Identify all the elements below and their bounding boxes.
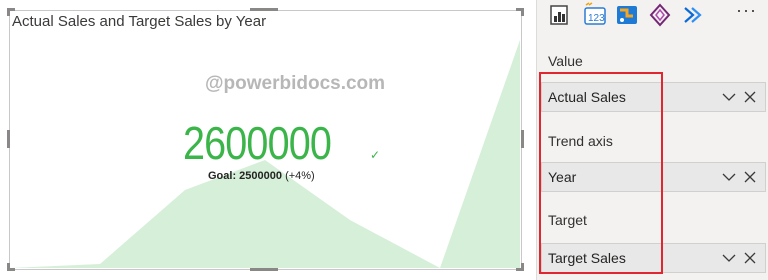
trend-axis-well-label: Trend axis (548, 133, 613, 149)
target-well-label: Target (548, 212, 587, 228)
svg-text:123: 123 (588, 13, 605, 24)
field-name: Year (548, 169, 577, 185)
goal-delta: (+4%) (285, 170, 315, 182)
trend-axis-field[interactable]: Year (541, 162, 766, 192)
status-check-icon: ✓ (370, 148, 381, 162)
resize-handle-left[interactable] (7, 130, 10, 148)
resize-handle-bottom-left[interactable] (7, 263, 10, 271)
resize-handle-top-left[interactable] (7, 8, 10, 16)
target-field[interactable]: Target Sales (541, 243, 766, 273)
bar-chart-icon[interactable] (548, 2, 572, 28)
remove-field-icon[interactable] (743, 170, 757, 184)
resize-handle-bottom-right[interactable] (521, 263, 524, 271)
field-name: Actual Sales (548, 89, 626, 105)
card-icon[interactable]: 123 (583, 2, 607, 28)
pane-divider (536, 0, 537, 280)
chevron-down-icon[interactable] (722, 172, 736, 182)
chevron-down-icon[interactable] (722, 253, 736, 263)
more-options-icon[interactable]: ··· (736, 0, 757, 21)
visual-title: Actual Sales and Target Sales by Year (12, 13, 267, 30)
visualizations-pane: 123 ··· Value Actual Sales Trend axis Ye… (536, 0, 768, 280)
watermark: @powerbidocs.com (205, 73, 386, 94)
kpi-visual-area: Actual Sales and Target Sales by Year @p… (0, 0, 536, 280)
remove-field-icon[interactable] (743, 90, 757, 104)
value-well-label: Value (548, 53, 583, 69)
kpi-goal: Goal: 2500000 (+4%) (208, 170, 315, 182)
field-name: Target Sales (548, 250, 626, 266)
kpi-value: 2600000 (183, 117, 332, 169)
chevron-down-icon[interactable] (722, 92, 736, 102)
resize-handle-top[interactable] (250, 8, 278, 11)
resize-handle-bottom[interactable] (250, 268, 278, 271)
goal-label: Goal: 2500000 (208, 170, 282, 182)
resize-handle-right[interactable] (521, 130, 524, 148)
value-field[interactable]: Actual Sales (541, 82, 766, 112)
power-automate-icon[interactable] (682, 2, 706, 28)
power-apps-icon[interactable] (648, 2, 672, 28)
map-icon[interactable] (615, 2, 639, 28)
remove-field-icon[interactable] (743, 251, 757, 265)
resize-handle-top-right[interactable] (521, 8, 524, 16)
